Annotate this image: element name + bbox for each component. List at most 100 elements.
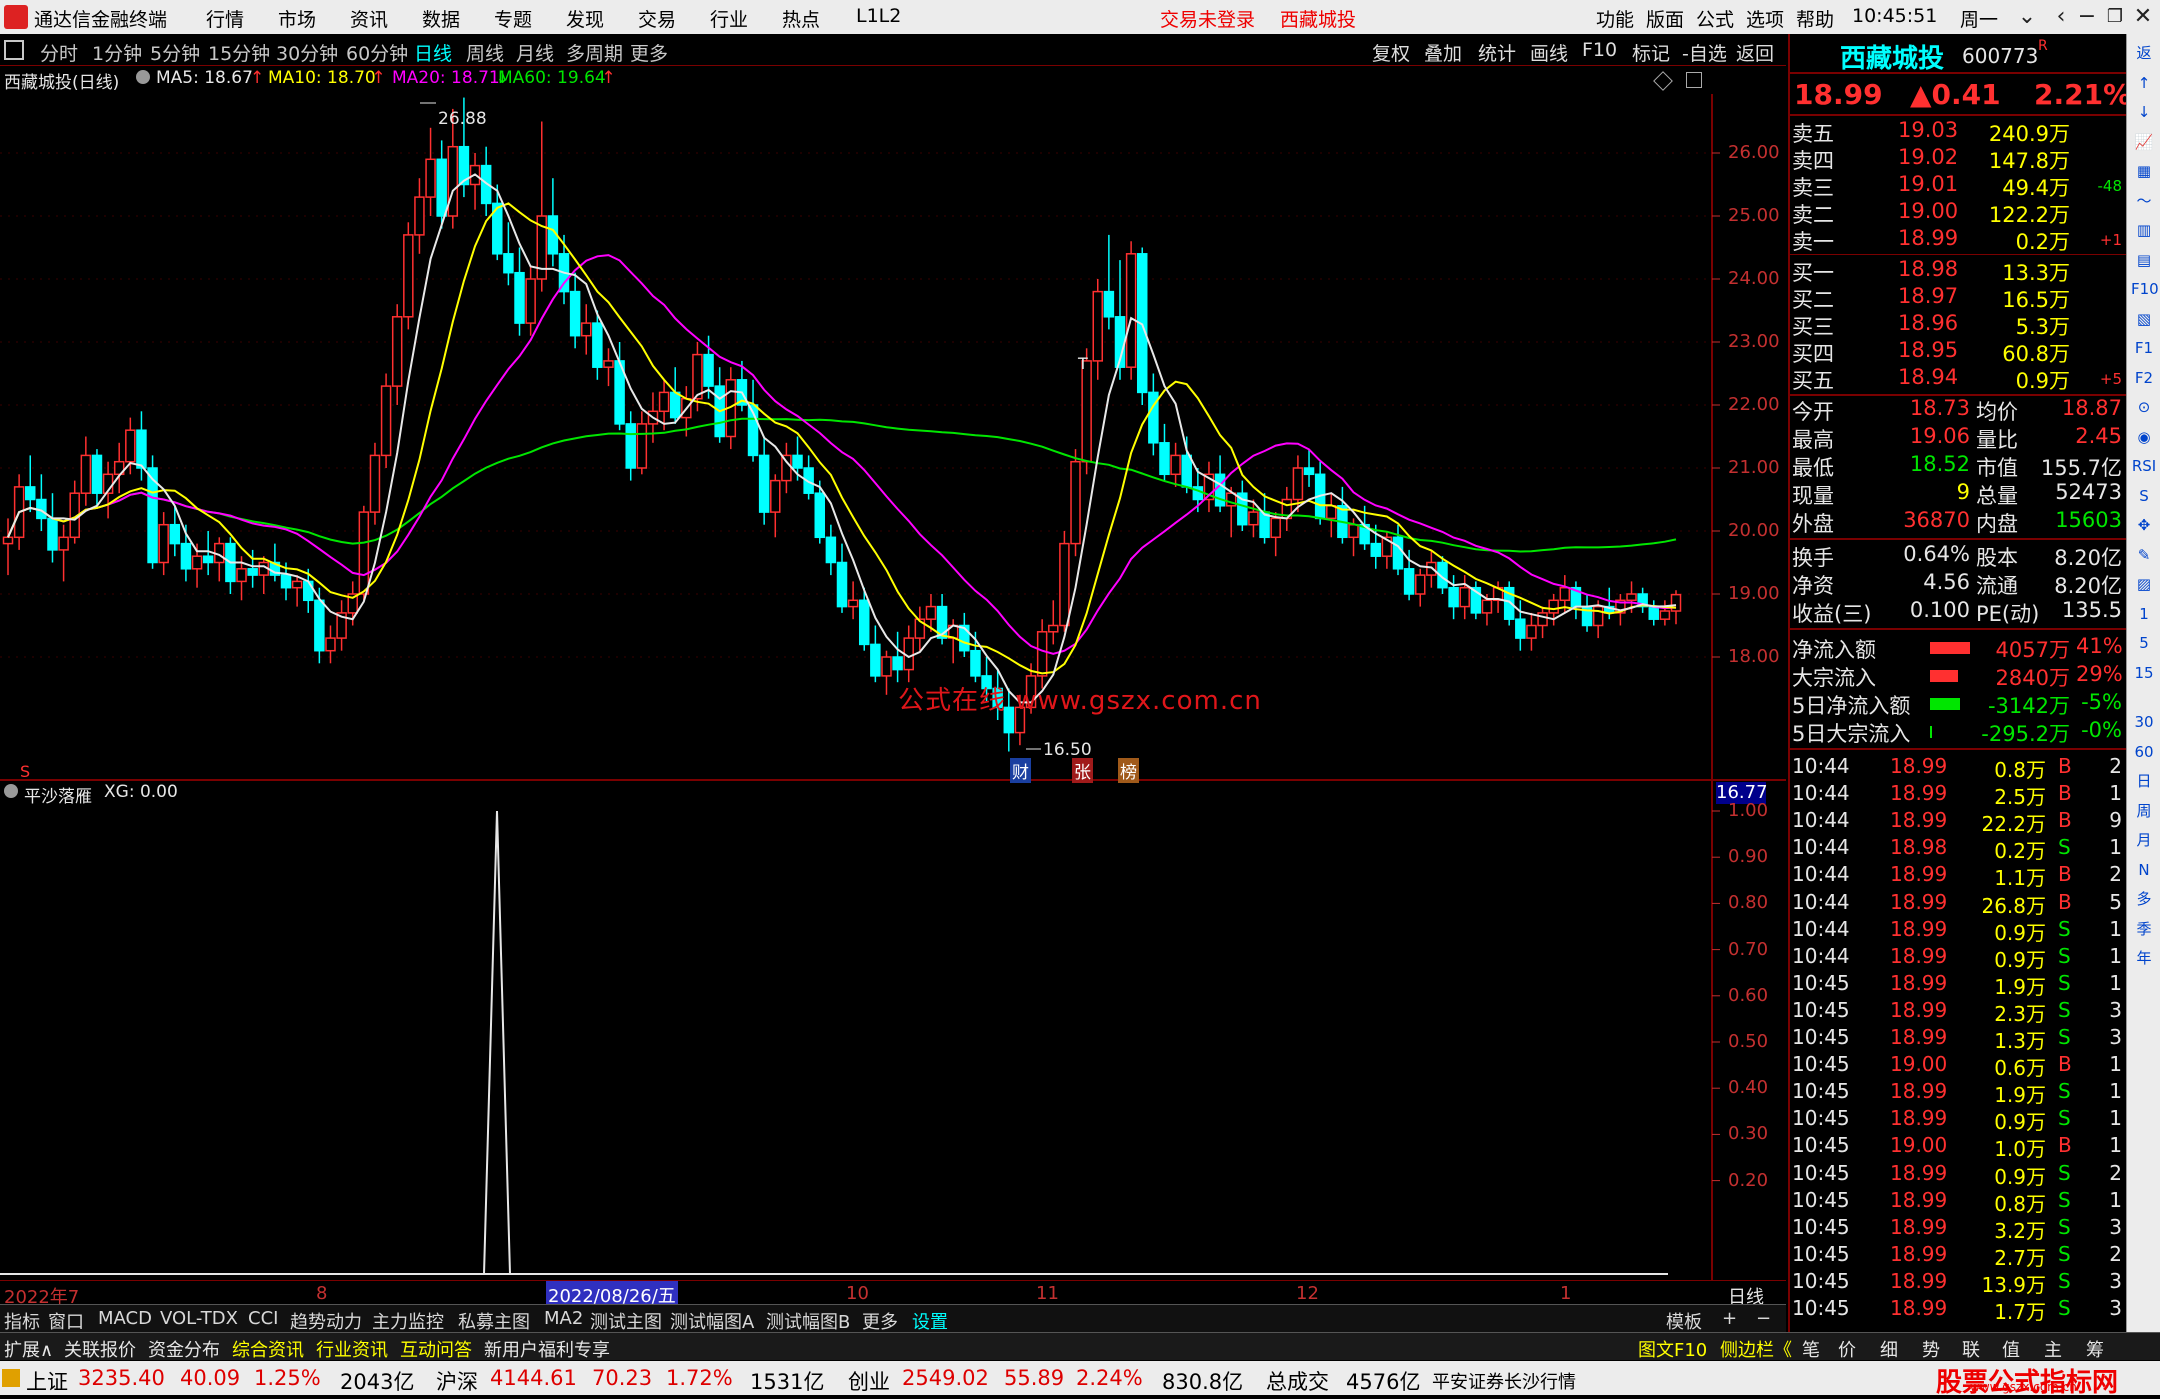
ext-tab-0[interactable]: 扩展∧ [4,1336,53,1362]
period-tab-7[interactable]: 周线 [466,39,504,66]
ext-tab-1[interactable]: 关联报价 [64,1336,136,1362]
sh-label[interactable]: 上证 [26,1366,68,1396]
period-tab-5[interactable]: 60分钟 [346,39,408,66]
ext-right-tab-7[interactable]: 值 [2002,1336,2020,1362]
side-icon-14[interactable]: RSI [2131,453,2157,479]
menu-right-4[interactable]: 帮助 [1796,5,1834,32]
menu-4[interactable]: 专题 [494,5,532,32]
asks-row-3[interactable]: 卖二 19.00 122.2万 [1790,199,2126,227]
menu-7[interactable]: 行业 [710,5,748,32]
indicator-tab-1[interactable]: 窗口 [48,1308,84,1334]
menu-1[interactable]: 市场 [278,5,316,32]
side-icon-6[interactable]: ▥ [2131,217,2157,243]
status-menu-icon[interactable] [2,1369,20,1387]
bids-row-4[interactable]: 买五 18.94 0.9万 +5 [1790,365,2126,393]
side-icon-21[interactable]: 15 [2131,660,2157,686]
side-icon-12[interactable]: ⊙ [2131,394,2157,420]
menu-6[interactable]: 交易 [638,5,676,32]
asks-row-0[interactable]: 卖五 19.03 240.9万 [1790,118,2126,146]
side-icon-5[interactable]: 〜 [2131,188,2157,214]
side-icon-27[interactable]: N [2131,857,2157,883]
side-icon-0[interactable]: 返 [2131,40,2157,66]
toolbar-btn-0[interactable]: 复权 [1372,39,1410,66]
window-icon[interactable] [4,40,24,60]
toolbar-btn-6[interactable]: -自选 [1682,39,1727,66]
toolbar-btn-4[interactable]: F10 [1582,39,1617,61]
ext-tab-3[interactable]: 综合资讯 [232,1336,304,1362]
side-icon-23[interactable]: 60 [2131,739,2157,765]
indicator-tab-3[interactable]: VOL-TDX [160,1308,238,1329]
side-icon-26[interactable]: 月 [2131,827,2157,853]
side-icon-3[interactable]: 📈 [2131,129,2157,155]
side-icon-9[interactable]: ▧ [2131,306,2157,332]
asks-row-2[interactable]: 卖三 19.01 49.4万 -48 [1790,172,2126,200]
menu-right-1[interactable]: 版面 [1646,5,1684,32]
side-icon-13[interactable]: ◉ [2131,424,2157,450]
bids-row-0[interactable]: 买一 18.98 13.3万 [1790,257,2126,285]
indicator-settings-icon[interactable] [4,784,18,798]
indicator-tab-2[interactable]: MACD [98,1308,152,1329]
close-icon[interactable]: ✕ [2126,2,2160,32]
bids-row-2[interactable]: 买三 18.96 5.3万 [1790,311,2126,339]
toolbar-btn-5[interactable]: 标记 [1632,39,1670,66]
ext-tab-2[interactable]: 资金分布 [148,1336,220,1362]
menu-0[interactable]: 行情 [206,5,244,32]
period-tab-0[interactable]: 分时 [40,39,78,66]
tabs-right-btn-2[interactable]: − [1756,1308,1771,1329]
stock-alert[interactable]: 西藏城投 [1280,5,1356,32]
period-tab-1[interactable]: 1分钟 [92,39,142,66]
dropdown-icon[interactable]: ⌄ [2010,2,2044,32]
toolbar-btn-2[interactable]: 统计 [1478,39,1516,66]
ext-tab-5[interactable]: 互动问答 [400,1336,472,1362]
period-tab-6[interactable]: 日线 [414,39,452,66]
period-tab-4[interactable]: 30分钟 [276,39,338,66]
ext-right-tab-0[interactable]: 图文F10 [1638,1336,1707,1362]
side-icon-18[interactable]: ▨ [2131,571,2157,597]
bids-row-3[interactable]: 买四 18.95 60.8万 [1790,338,2126,366]
menu-9[interactable]: L1L2 [856,5,901,27]
ext-right-tab-6[interactable]: 联 [1962,1336,1980,1362]
bids-row-1[interactable]: 买二 18.97 16.5万 [1790,284,2126,312]
side-icon-11[interactable]: F2 [2131,365,2157,391]
menu-5[interactable]: 发现 [566,5,604,32]
toolbar-btn-1[interactable]: 叠加 [1424,39,1462,66]
indicator-tab-5[interactable]: 趋势动力 [290,1308,362,1334]
period-tab-2[interactable]: 5分钟 [150,39,200,66]
menu-2[interactable]: 资讯 [350,5,388,32]
side-icon-22[interactable]: 30 [2131,709,2157,735]
indicator-tab-0[interactable]: 指标 [4,1308,40,1334]
side-icon-4[interactable]: ▦ [2131,158,2157,184]
indicator-tab-6[interactable]: 主力监控 [372,1308,444,1334]
tabs-right-btn-1[interactable]: + [1722,1308,1737,1329]
period-tab-8[interactable]: 月线 [516,39,554,66]
side-icon-7[interactable]: ▤ [2131,247,2157,273]
ext-right-tab-1[interactable]: 侧边栏《 [1720,1336,1792,1362]
kline-chart-area[interactable]: 西藏城投(日线) MA5: 18.67 ↑ MA10: 18.70 ↑ MA20: 18… [0,66,1786,1291]
cy-label[interactable]: 创业 [848,1366,890,1396]
indicator-tab-8[interactable]: MA2 [544,1308,583,1329]
toolbar-btn-3[interactable]: 画线 [1530,39,1568,66]
side-icon-17[interactable]: ✎ [2131,542,2157,568]
ext-right-tab-9[interactable]: 筹 [2086,1336,2104,1362]
side-icon-28[interactable]: 多 [2131,886,2157,912]
ext-right-tab-5[interactable]: 势 [1922,1336,1940,1362]
menu-right-2[interactable]: 公式 [1696,5,1734,32]
side-icon-15[interactable]: S [2131,483,2157,509]
side-icon-1[interactable]: ↑ [2131,70,2157,96]
indicator-tab-12[interactable]: 更多 [862,1308,898,1334]
side-icon-30[interactable]: 年 [2131,945,2157,971]
side-icon-24[interactable]: 日 [2131,768,2157,794]
period-tab-10[interactable]: 更多 [630,39,668,66]
period-tab-3[interactable]: 15分钟 [208,39,270,66]
ext-right-tab-3[interactable]: 价 [1838,1336,1856,1362]
side-icon-16[interactable]: ✥ [2131,512,2157,538]
login-alert[interactable]: 交易未登录 [1160,5,1255,32]
side-icon-8[interactable]: F10 [2131,276,2159,302]
indicator-tab-10[interactable]: 测试幅图A [670,1308,754,1334]
menu-8[interactable]: 热点 [782,5,820,32]
ext-right-tab-4[interactable]: 细 [1880,1336,1898,1362]
toolbar-btn-7[interactable]: 返回 [1736,39,1774,66]
indicator-tab-13[interactable]: 设置 [912,1308,948,1334]
side-icon-20[interactable]: 5 [2131,630,2157,656]
panel-icon[interactable] [1686,72,1702,88]
